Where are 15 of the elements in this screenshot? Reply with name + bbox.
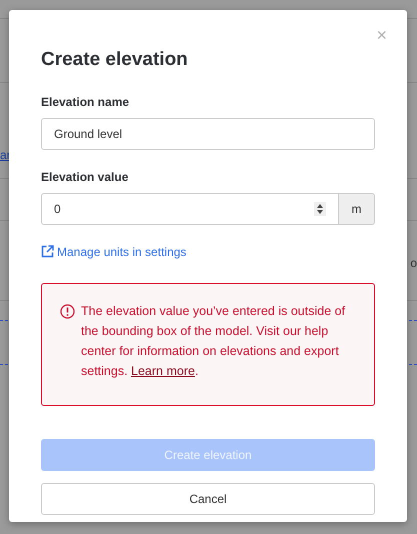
learn-more-link[interactable]: Learn more: [131, 364, 195, 378]
external-link-icon: [41, 245, 54, 258]
warning-icon: [60, 304, 75, 319]
unit-label: m: [339, 192, 375, 224]
text-field[interactable]: Ground level: [41, 118, 375, 150]
dialog-title: Create elevation: [41, 48, 189, 72]
number-field[interactable]: 0: [41, 192, 339, 224]
field-value: 0: [54, 200, 62, 218]
field-label: Elevation name: [41, 94, 130, 110]
spinner-icon[interactable]: [314, 202, 326, 216]
text: o: [410, 255, 417, 272]
cancel-button[interactable]: Cancel: [41, 483, 375, 515]
settings-link[interactable]: Manage units in settings: [41, 242, 186, 260]
alert-message: The elevation value you’ve entered is outside of the bounding box of the model. Visit our help center for information on elevations and export settings. Learn more.: [81, 303, 346, 380]
field-label: Elevation value: [41, 168, 130, 186]
